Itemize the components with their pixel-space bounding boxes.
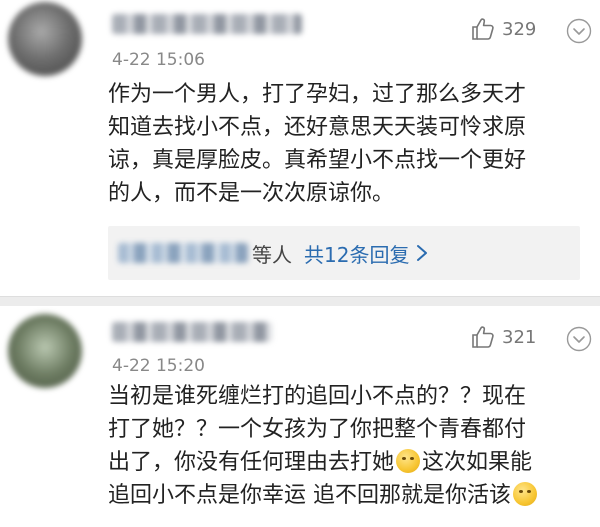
view-replies-label: 共12条回复 <box>304 242 410 267</box>
chevron-right-icon <box>417 245 428 261</box>
timestamp: 4-22 15:06 <box>112 50 205 70</box>
comment-fragment: 出了，你没有任何理由去打她 <box>108 450 395 475</box>
smiley-emoji-icon <box>513 482 537 506</box>
chevron-down-circle-icon[interactable] <box>566 326 592 352</box>
like-button[interactable]: 329 <box>470 16 536 42</box>
thumbs-up-icon <box>472 326 494 348</box>
like-button[interactable]: 321 <box>470 324 536 350</box>
comment-line: 当初是谁死缠烂打的追回小不点的？？现在 <box>108 384 527 409</box>
thumbs-up-icon <box>472 18 494 40</box>
username-blurred[interactable] <box>112 14 302 34</box>
comment-line: 作为一个男人，打了孕妇，过了那么多天才 <box>108 82 527 107</box>
comment-fragment: 追回小不点是你幸运 追不回那就是你活该 <box>108 483 511 508</box>
reply-suffix: 等人 <box>252 242 292 267</box>
like-count: 329 <box>502 18 537 40</box>
comment-text: 当初是谁死缠烂打的追回小不点的？？现在 打了她？？一个女孩为了你把整个青春都付 … <box>108 380 580 512</box>
comment-line: 知道去找小不点，还好意思天天装可怜求原 <box>108 115 527 140</box>
comment-line: 谅，真是厚脸皮。真希望小不点找一个更好 <box>108 148 527 173</box>
comment-line: 出了，你没有任何理由去打她 这次如果能 <box>108 446 580 479</box>
comment-text: 作为一个男人，打了孕妇，过了那么多天才 知道去找小不点，还好意思天天装可怜求原 … <box>108 78 580 210</box>
smiley-emoji-icon <box>396 449 421 473</box>
comment-line: 追回小不点是你幸运 追不回那就是你活该 <box>108 479 580 512</box>
comment-line: 打了她？？一个女孩为了你把整个青春都付 <box>108 417 527 442</box>
replies-preview[interactable]: 等人 共12条回复 <box>108 226 580 280</box>
chevron-down-circle-icon[interactable] <box>566 18 592 44</box>
comment-divider <box>0 296 600 306</box>
reply-usernames-blurred[interactable] <box>118 243 248 263</box>
comment-line: 的人，而不是一次次原谅你。 <box>108 181 395 206</box>
comment-item: 4-22 15:20 321 当初是谁死缠烂打的追回小不点的？？现在 打了她？？… <box>0 306 600 527</box>
like-count: 321 <box>502 326 537 348</box>
comment-fragment: 这次如果能 <box>422 450 533 475</box>
comment-item: 4-22 15:06 329 作为一个男人，打了孕妇，过了那么多天才 知道去找小… <box>0 0 600 290</box>
username-blurred[interactable] <box>112 322 272 342</box>
timestamp: 4-22 15:20 <box>112 356 205 376</box>
avatar[interactable] <box>8 2 82 76</box>
avatar[interactable] <box>8 314 82 388</box>
view-replies-link[interactable]: 共12条回复 <box>304 239 429 268</box>
